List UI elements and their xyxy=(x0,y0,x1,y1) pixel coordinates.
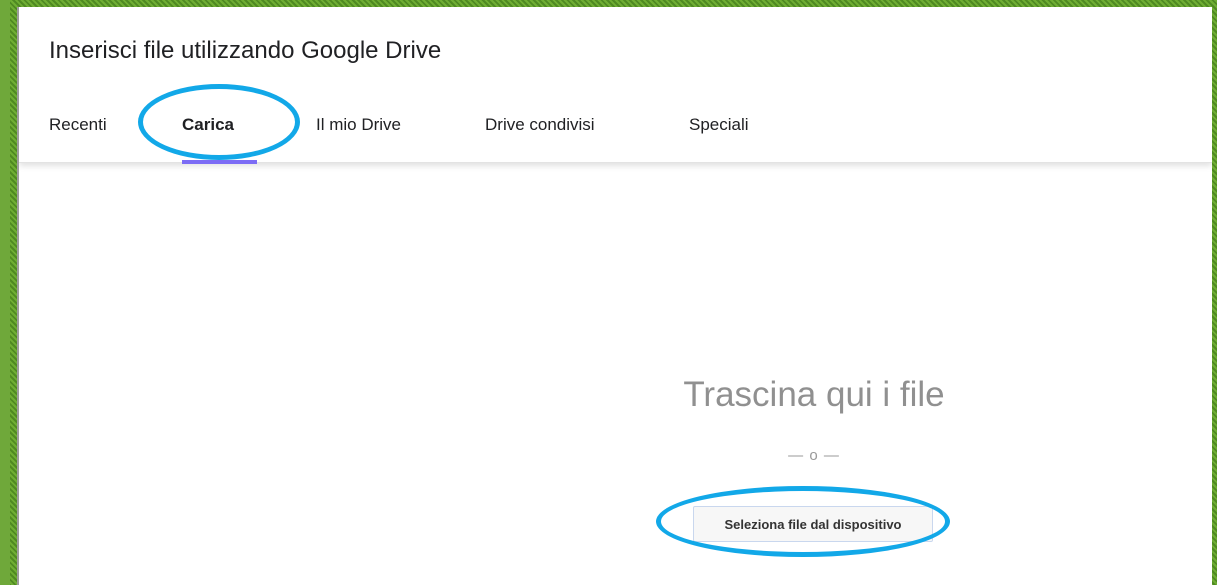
tab-label: Drive condivisi xyxy=(485,115,595,134)
active-tab-indicator xyxy=(182,160,257,164)
tab-label: Speciali xyxy=(689,115,749,134)
tab-label: Recenti xyxy=(49,115,107,134)
background-left-strip xyxy=(0,0,10,585)
dialog-title: Inserisci file utilizzando Google Drive xyxy=(49,37,442,64)
or-divider: — o — xyxy=(788,447,840,464)
google-drive-picker-dialog: Inserisci file utilizzando Google Drive … xyxy=(17,7,1212,585)
picker-header: Inserisci file utilizzando Google Drive … xyxy=(19,7,1212,164)
tab-label: Carica xyxy=(182,115,234,134)
tab-label: Il mio Drive xyxy=(316,115,402,134)
select-files-button[interactable]: Seleziona file dal dispositivo xyxy=(693,506,933,542)
drop-zone-text: Trascina qui i file xyxy=(683,375,945,414)
